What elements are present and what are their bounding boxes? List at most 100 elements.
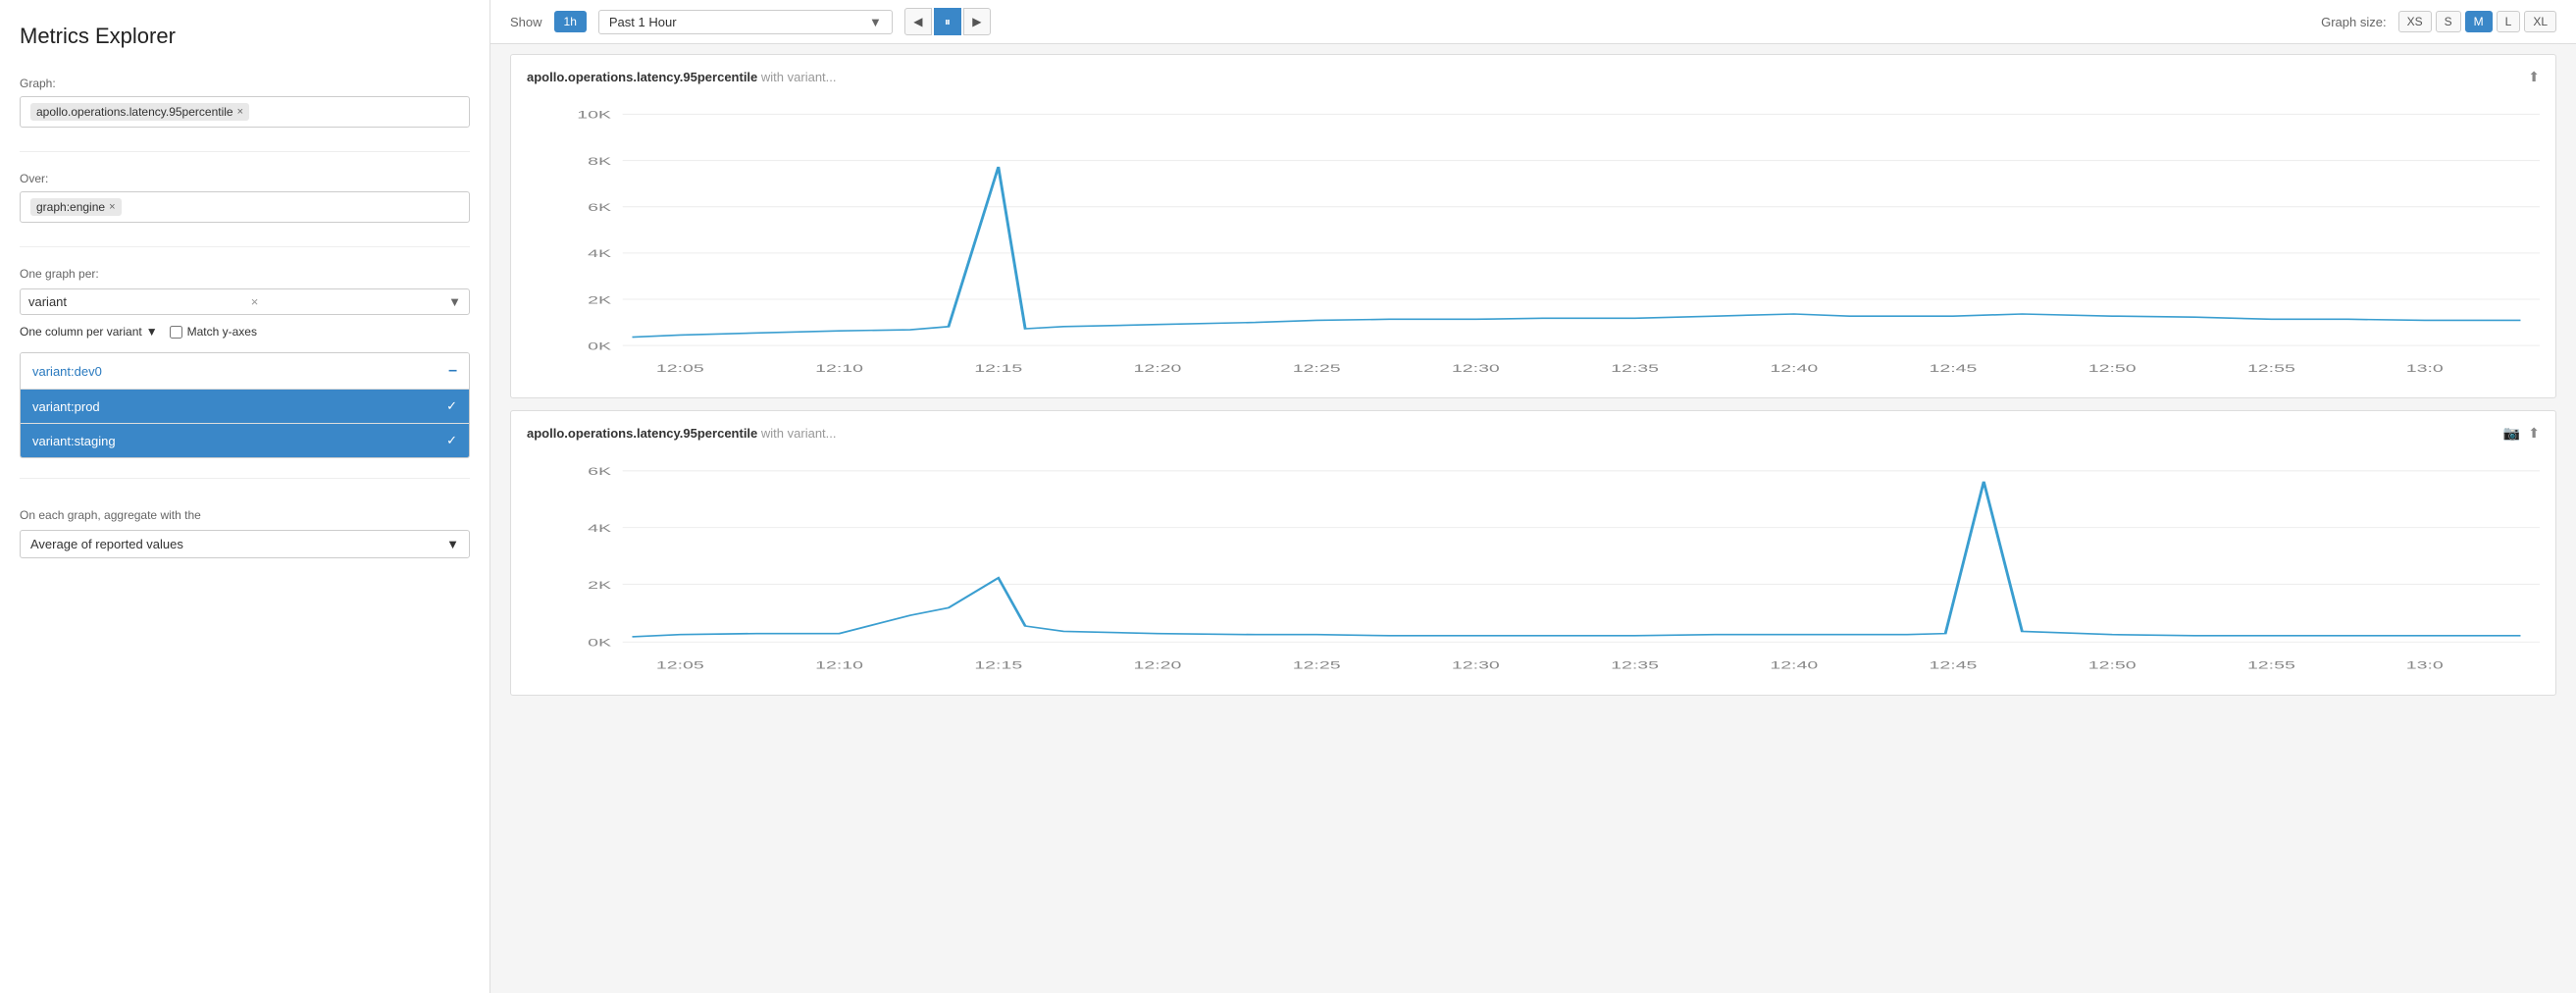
options-row: One column per variant ▼ Match y-axes: [20, 325, 470, 339]
chart-container-2: 6K 4K 2K 0K 12:05 12:10 12:15 12:20 12:2…: [527, 449, 2540, 685]
aggregate-value: Average of reported values: [30, 537, 183, 551]
graph-metric-tag: apollo.operations.latency.95percentile ×: [30, 103, 249, 121]
divider-3: [20, 478, 470, 479]
chart1-upload-icon[interactable]: ⬆: [2528, 69, 2540, 85]
size-s[interactable]: S: [2436, 11, 2461, 32]
svg-text:12:30: 12:30: [1452, 363, 1500, 375]
svg-text:12:15: 12:15: [974, 660, 1022, 672]
column-option-label: One column per variant: [20, 325, 142, 339]
size-xs[interactable]: XS: [2398, 11, 2432, 32]
svg-text:12:05: 12:05: [656, 363, 704, 375]
variant-staging-check: ✓: [446, 433, 457, 448]
divider-1: [20, 151, 470, 152]
size-m[interactable]: M: [2465, 11, 2493, 32]
chart-svg-1: 10K 8K 6K 4K 2K 0K 12:05 12:10 12:15 12:…: [527, 93, 2540, 388]
svg-text:12:25: 12:25: [1293, 660, 1341, 672]
chart-title-2: apollo.operations.latency.95percentile w…: [527, 426, 837, 441]
time-dropdown-arrow: ▼: [869, 15, 882, 29]
chart-header-1: apollo.operations.latency.95percentile w…: [527, 69, 2540, 85]
over-tag-text: graph:engine: [36, 200, 105, 214]
time-1h-button[interactable]: 1h: [554, 11, 587, 32]
svg-text:12:40: 12:40: [1770, 363, 1818, 375]
over-tag-close[interactable]: ×: [109, 201, 115, 213]
svg-text:6K: 6K: [588, 466, 611, 478]
chart2-camera-icon[interactable]: 📷: [2503, 425, 2520, 442]
svg-text:4K: 4K: [588, 523, 611, 535]
chart-container-1: 10K 8K 6K 4K 2K 0K 12:05 12:10 12:15 12:…: [527, 93, 2540, 388]
variant-staging-label: variant:staging: [32, 434, 116, 448]
size-buttons: XS S M L XL: [2398, 11, 2556, 32]
svg-text:2K: 2K: [588, 294, 612, 306]
nav-buttons: ◀ ⏸ ▶: [904, 8, 991, 35]
left-panel: Metrics Explorer Graph: apollo.operation…: [0, 0, 490, 993]
graph-input[interactable]: apollo.operations.latency.95percentile ×: [20, 96, 470, 128]
variant-clear-btn[interactable]: ×: [251, 294, 259, 309]
graph-metric-close[interactable]: ×: [237, 106, 243, 118]
chart2-with: with variant...: [761, 426, 837, 441]
app-title: Metrics Explorer: [20, 24, 470, 49]
variant-dev0-minus[interactable]: –: [448, 362, 457, 380]
toolbar: Show 1h Past 1 Hour ▼ ◀ ⏸ ▶ Graph size: …: [490, 0, 2576, 44]
svg-text:12:45: 12:45: [1930, 660, 1978, 672]
variant-list: variant:dev0 – variant:prod ✓ variant:st…: [20, 352, 470, 458]
svg-text:13:0: 13:0: [2406, 660, 2444, 672]
size-xl[interactable]: XL: [2524, 11, 2556, 32]
svg-text:6K: 6K: [588, 202, 612, 214]
svg-text:12:30: 12:30: [1452, 660, 1500, 672]
graph-field-group: Graph: apollo.operations.latency.95perce…: [20, 77, 470, 128]
variant-select[interactable]: variant × ▼: [20, 288, 470, 315]
svg-text:12:20: 12:20: [1134, 660, 1182, 672]
svg-text:4K: 4K: [588, 248, 612, 260]
variant-prod-check: ✓: [446, 398, 457, 414]
chart2-upload-icon[interactable]: ⬆: [2528, 425, 2540, 442]
graph-size-label: Graph size:: [2321, 15, 2386, 29]
aggregate-label: On each graph, aggregate with the: [20, 508, 470, 522]
variant-item-prod[interactable]: variant:prod ✓: [21, 390, 469, 424]
svg-text:12:35: 12:35: [1611, 363, 1659, 375]
next-button[interactable]: ▶: [963, 8, 991, 35]
match-axes-label[interactable]: Match y-axes: [170, 325, 257, 339]
variant-dropdown-arrow: ▼: [448, 294, 461, 309]
column-dropdown[interactable]: One column per variant ▼: [20, 325, 158, 339]
svg-text:10K: 10K: [577, 110, 611, 122]
column-dropdown-arrow: ▼: [146, 325, 158, 339]
time-range-dropdown[interactable]: Past 1 Hour ▼: [598, 10, 893, 34]
svg-text:12:15: 12:15: [974, 363, 1022, 375]
variant-item-staging[interactable]: variant:staging ✓: [21, 424, 469, 457]
chart-card-2: apollo.operations.latency.95percentile w…: [510, 410, 2556, 696]
svg-text:12:10: 12:10: [815, 363, 863, 375]
variant-dev0-label: variant:dev0: [32, 364, 102, 379]
graph-label: Graph:: [20, 77, 470, 90]
prev-button[interactable]: ◀: [904, 8, 932, 35]
match-axes-checkbox[interactable]: [170, 326, 182, 339]
over-input[interactable]: graph:engine ×: [20, 191, 470, 223]
chart-title-1: apollo.operations.latency.95percentile w…: [527, 70, 837, 84]
variant-item-dev0[interactable]: variant:dev0 –: [21, 353, 469, 390]
svg-text:12:25: 12:25: [1293, 363, 1341, 375]
over-tag: graph:engine ×: [30, 198, 122, 216]
svg-text:12:10: 12:10: [815, 660, 863, 672]
graph-metric-text: apollo.operations.latency.95percentile: [36, 105, 233, 119]
size-l[interactable]: L: [2497, 11, 2521, 32]
time-range-value: Past 1 Hour: [609, 15, 677, 29]
chart-card-1: apollo.operations.latency.95percentile w…: [510, 54, 2556, 398]
variant-prod-label: variant:prod: [32, 399, 100, 414]
show-label: Show: [510, 15, 542, 29]
right-panel: Show 1h Past 1 Hour ▼ ◀ ⏸ ▶ Graph size: …: [490, 0, 2576, 993]
over-field-group: Over: graph:engine ×: [20, 172, 470, 223]
svg-text:12:05: 12:05: [656, 660, 704, 672]
svg-text:8K: 8K: [588, 156, 612, 168]
chart-svg-2: 6K 4K 2K 0K 12:05 12:10 12:15 12:20 12:2…: [527, 449, 2540, 685]
aggregate-section: On each graph, aggregate with the Averag…: [20, 498, 470, 558]
charts-area: apollo.operations.latency.95percentile w…: [490, 44, 2576, 993]
match-axes-text: Match y-axes: [187, 325, 257, 339]
chart1-actions: ⬆: [2528, 69, 2540, 85]
chart2-metric: apollo.operations.latency.95percentile: [527, 426, 757, 441]
one-graph-label: One graph per:: [20, 267, 470, 281]
pause-button[interactable]: ⏸: [934, 8, 961, 35]
svg-text:12:55: 12:55: [2247, 660, 2295, 672]
svg-text:13:0: 13:0: [2406, 363, 2444, 375]
aggregate-select[interactable]: Average of reported values ▼: [20, 530, 470, 558]
svg-text:12:55: 12:55: [2247, 363, 2295, 375]
over-label: Over:: [20, 172, 470, 185]
